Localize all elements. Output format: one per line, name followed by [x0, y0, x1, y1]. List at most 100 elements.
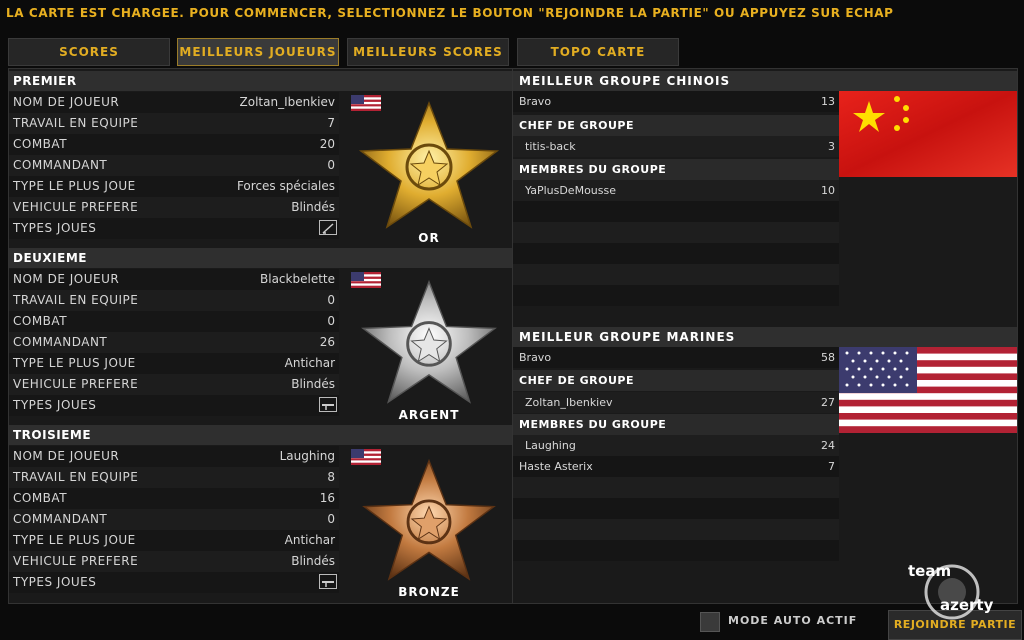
stat-label: TYPE LE PLUS JOUE	[13, 356, 136, 370]
stat-value: Blindés	[291, 554, 335, 568]
tab-best-players[interactable]: MEILLEURS JOUEURS	[177, 38, 339, 66]
stat-label: COMBAT	[13, 137, 68, 151]
stat-value: Blindés	[291, 377, 335, 391]
empty-row	[513, 540, 839, 561]
empty-row	[513, 477, 839, 498]
stat-row-combat: COMBAT 16	[9, 488, 339, 509]
stat-label: TRAVAIL EN EQUIPE	[13, 116, 139, 130]
squad-name: Bravo	[519, 95, 552, 108]
leader-score: 3	[828, 140, 835, 153]
stat-value: 0	[327, 293, 335, 307]
rank-list: PREMIER NOM DE JOUEUR Zoltan_Ibenkiev TRA…	[9, 69, 513, 603]
player-name: Zoltan_Ibenkiev	[239, 95, 335, 109]
empty-row	[513, 519, 839, 540]
stat-label: TYPES JOUES	[13, 221, 97, 235]
us-flag-large-icon	[839, 347, 1017, 433]
stat-label: TYPE LE PLUS JOUE	[13, 533, 136, 547]
member-row: YaPlusDeMousse 10	[513, 180, 839, 201]
group-row: Bravo 13	[513, 91, 839, 112]
stat-row-name: NOM DE JOUEUR Laughing	[9, 446, 339, 467]
stat-label: COMMANDANT	[13, 158, 108, 172]
svg-text:team: team	[908, 562, 951, 580]
stat-value: 0	[327, 314, 335, 328]
stat-row-types: TYPES JOUES	[9, 572, 339, 593]
bronze-star-medal	[362, 458, 496, 581]
rifle-icon	[319, 220, 337, 235]
tab-scores[interactable]: SCORES	[8, 38, 170, 66]
bottom-bar: MODE AUTO ACTIF REJOINDRE PARTIE	[0, 604, 1024, 640]
stat-value: 0	[327, 512, 335, 526]
stat-label: NOM DE JOUEUR	[13, 449, 120, 463]
stat-row-vehicle: VEHICULE PREFERE Blindés	[9, 551, 339, 572]
stat-row-combat: COMBAT 0	[9, 311, 339, 332]
stat-label: NOM DE JOUEUR	[13, 95, 120, 109]
rank-section-second: DEUXIEME NOM DE JOUEUR Blackbelette TRAVA…	[9, 248, 512, 424]
stat-label: TYPES JOUES	[13, 398, 97, 412]
player-name: Blackbelette	[260, 272, 335, 286]
stat-label: COMMANDANT	[13, 335, 108, 349]
svg-text:azerty: azerty	[940, 596, 994, 614]
stat-value: 26	[319, 335, 335, 349]
stat-row-name: NOM DE JOUEUR Blackbelette	[9, 269, 339, 290]
stat-value: 7	[327, 116, 335, 130]
stat-value: 8	[327, 470, 335, 484]
member-row: Laughing 24	[513, 435, 839, 456]
gold-star-medal	[358, 100, 500, 229]
stat-value: 0	[327, 158, 335, 172]
leader-row: Zoltan_Ibenkiev 27	[513, 392, 839, 413]
members-header: MEMBRES DU GROUPE	[513, 414, 839, 435]
rank-title: PREMIER	[9, 71, 512, 91]
auto-mode-checkbox[interactable]	[700, 612, 720, 632]
leader-row: titis-back 3	[513, 136, 839, 157]
stat-value: 16	[319, 491, 335, 505]
team-azerty-logo: team azerty	[908, 562, 994, 620]
member-score: 24	[821, 439, 835, 452]
best-groups: MEILLEUR GROUPE CHINOIS Bravo 13 CHEF DE …	[513, 69, 1017, 603]
stat-row-commander: COMMANDANT 26	[9, 332, 339, 353]
stat-value: 20	[319, 137, 335, 151]
squad-name: Bravo	[519, 351, 552, 364]
launcher-icon	[319, 574, 337, 589]
stat-row-commander: COMMANDANT 0	[9, 509, 339, 530]
stat-row-vehicle: VEHICULE PREFERE Blindés	[9, 197, 339, 218]
empty-row	[513, 264, 839, 285]
stat-label: TRAVAIL EN EQUIPE	[13, 470, 139, 484]
stat-label: NOM DE JOUEUR	[13, 272, 120, 286]
stat-label: TYPES JOUES	[13, 575, 97, 589]
leader-score: 27	[821, 396, 835, 409]
stat-row-most-played: TYPE LE PLUS JOUE Forces spéciales	[9, 176, 339, 197]
leader-header: CHEF DE GROUPE	[513, 370, 839, 391]
members-header: MEMBRES DU GROUPE	[513, 159, 839, 180]
stat-row-commander: COMMANDANT 0	[9, 155, 339, 176]
stat-row-name: NOM DE JOUEUR Zoltan_Ibenkiev	[9, 92, 339, 113]
tab-best-scores[interactable]: MEILLEURS SCORES	[347, 38, 509, 66]
auto-mode-label: MODE AUTO ACTIF	[728, 614, 858, 627]
stat-value: Antichar	[284, 356, 335, 370]
stat-row-vehicle: VEHICULE PREFERE Blindés	[9, 374, 339, 395]
stat-value: Blindés	[291, 200, 335, 214]
member-score: 7	[828, 460, 835, 473]
empty-row	[513, 285, 839, 306]
tab-map-topo[interactable]: TOPO CARTE	[517, 38, 679, 66]
empty-row	[513, 222, 839, 243]
rank-title: DEUXIEME	[9, 248, 512, 268]
stat-row-teamwork: TRAVAIL EN EQUIPE 0	[9, 290, 339, 311]
stat-label: TRAVAIL EN EQUIPE	[13, 293, 139, 307]
stat-row-types: TYPES JOUES	[9, 395, 339, 416]
member-row: Haste Asterix 7	[513, 456, 839, 477]
player-name: Laughing	[279, 449, 335, 463]
group-title: MEILLEUR GROUPE MARINES	[513, 327, 1017, 347]
stat-label: COMMANDANT	[13, 512, 108, 526]
stat-label: VEHICULE PREFERE	[13, 554, 139, 568]
stat-label: TYPE LE PLUS JOUE	[13, 179, 136, 193]
stat-label: VEHICULE PREFERE	[13, 377, 139, 391]
rank-section-first: PREMIER NOM DE JOUEUR Zoltan_Ibenkiev TRA…	[9, 71, 512, 247]
medal-label: OR	[418, 231, 440, 245]
stat-row-combat: COMBAT 20	[9, 134, 339, 155]
stat-label: COMBAT	[13, 314, 68, 328]
rank-title: TROISIEME	[9, 425, 512, 445]
load-message: LA CARTE EST CHARGEE. POUR COMMENCER, SE…	[6, 6, 894, 20]
stat-value: Forces spéciales	[236, 179, 335, 193]
member-name: Laughing	[525, 439, 576, 452]
silver-star-medal	[361, 279, 497, 404]
